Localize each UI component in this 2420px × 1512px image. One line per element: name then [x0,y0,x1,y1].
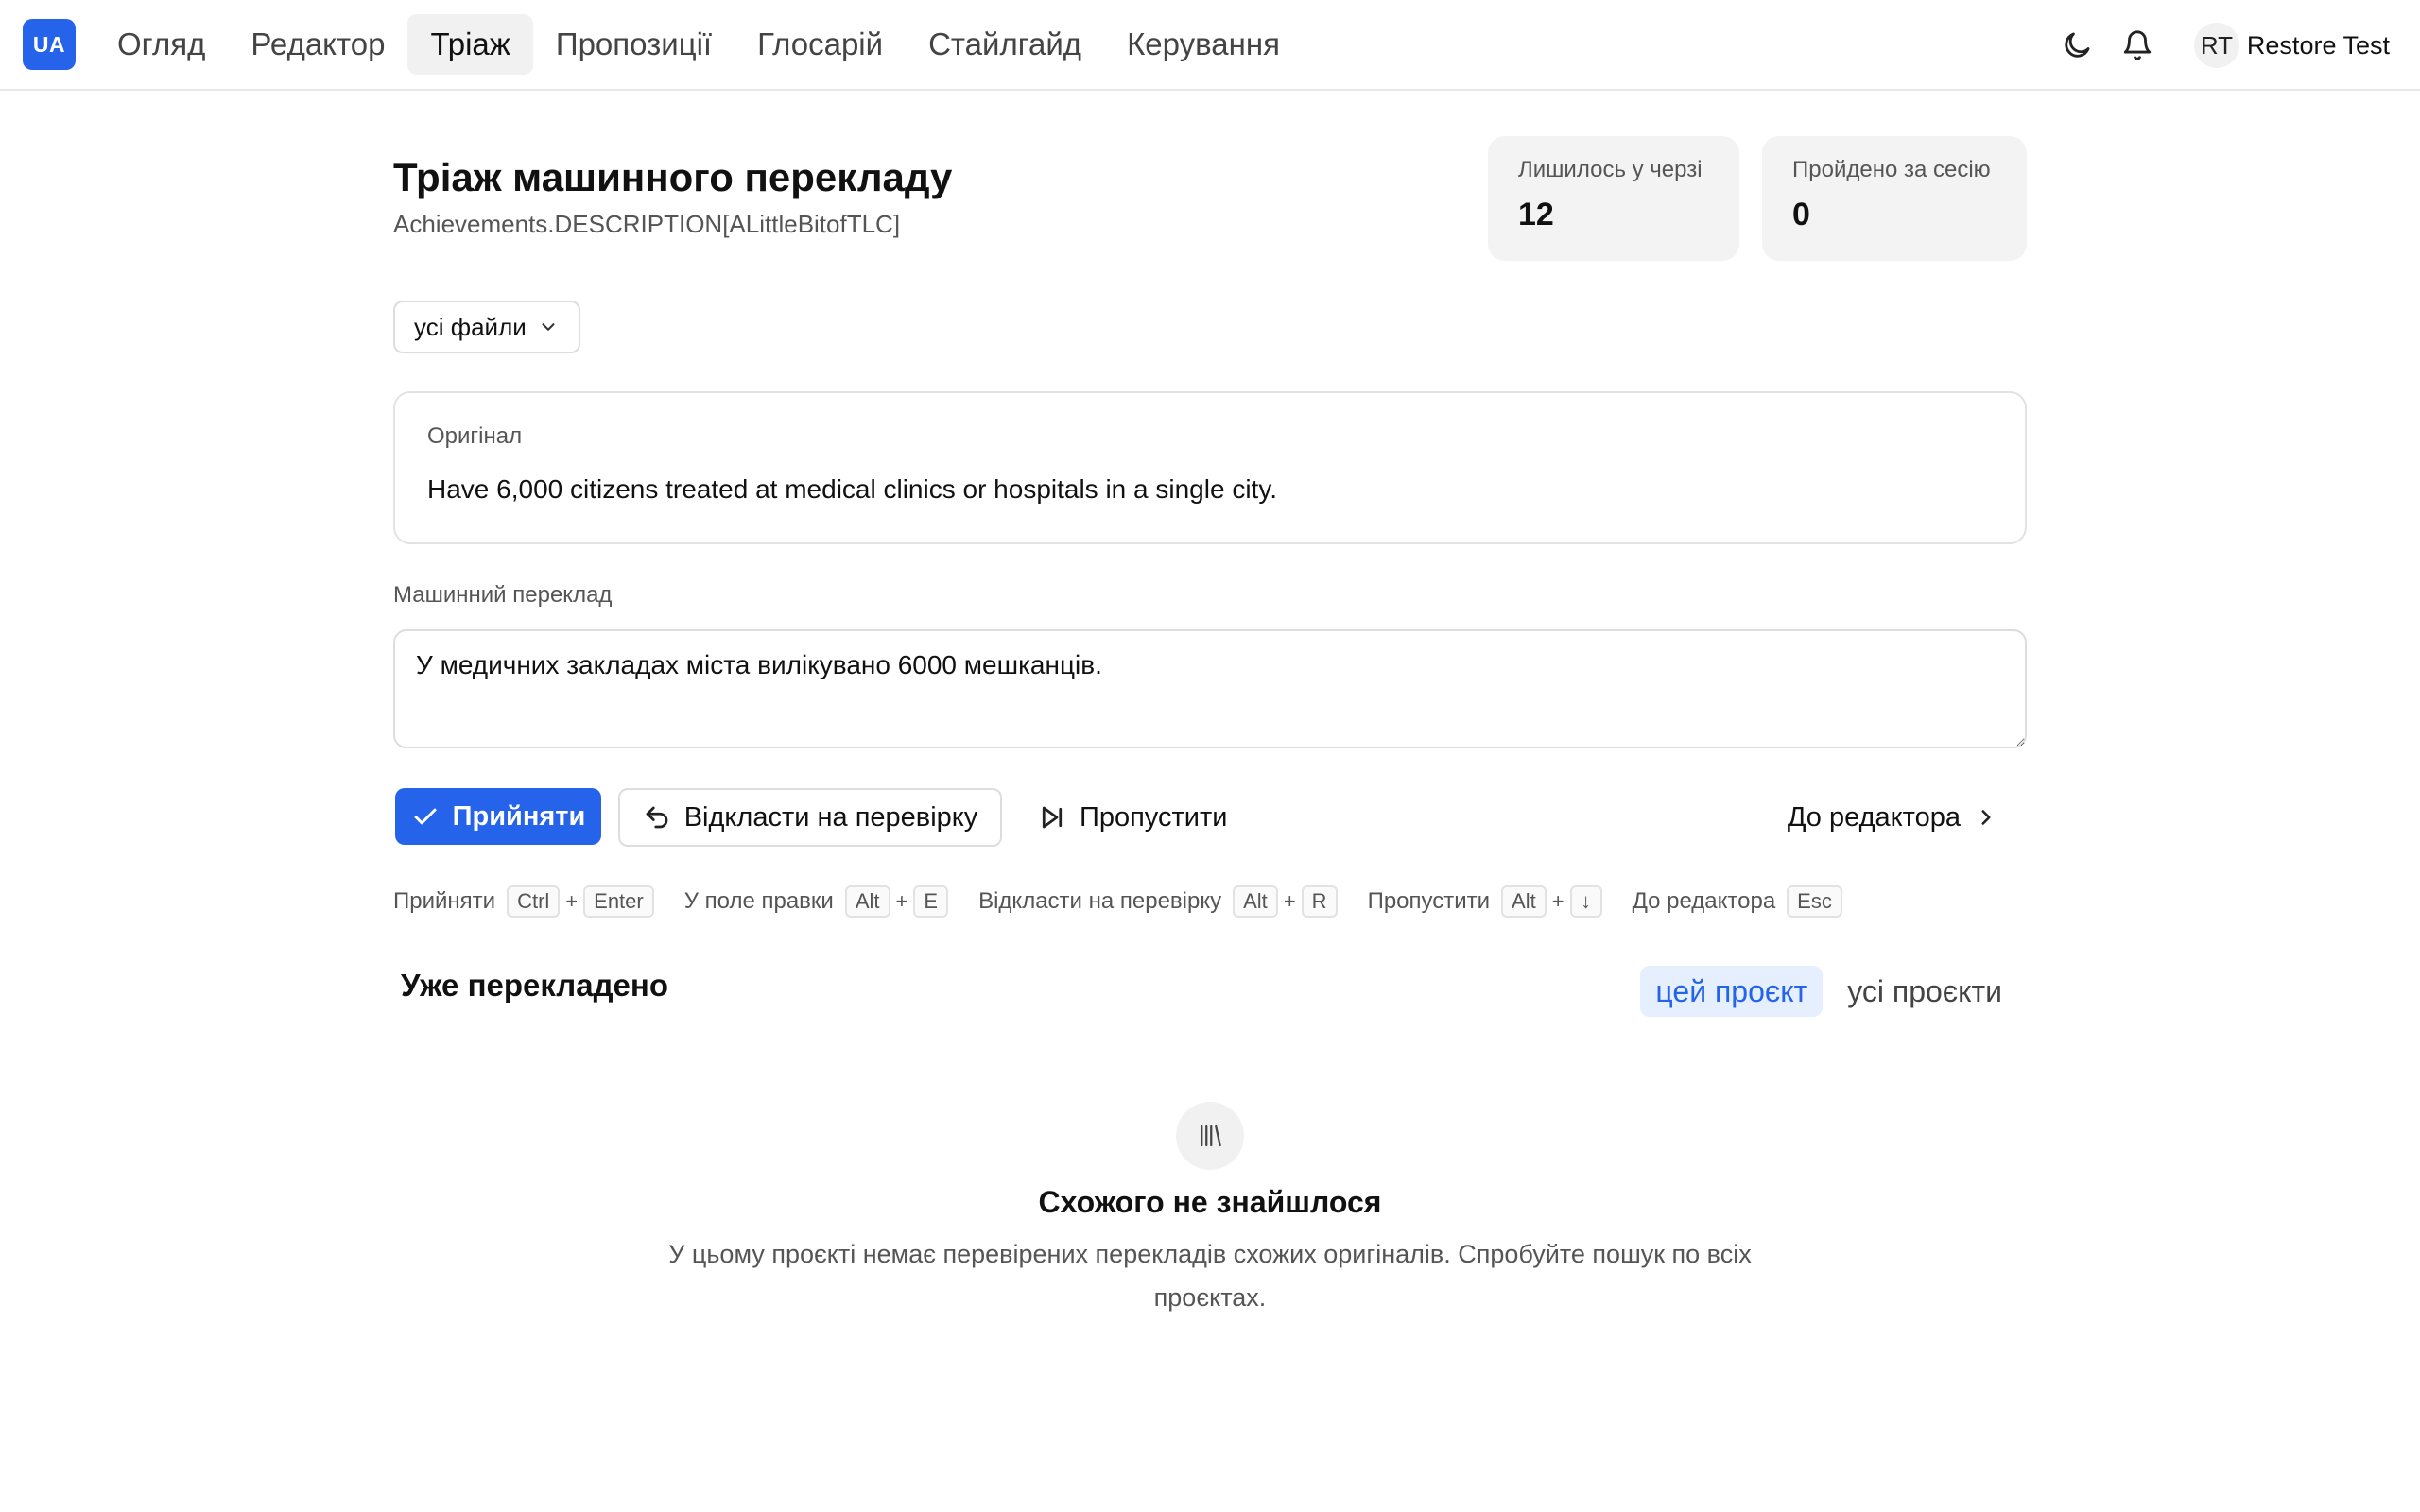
bell-icon [2123,30,2152,60]
kbd-key: Enter [583,885,654,918]
stat-label: Пройдено за сесію [1792,157,1991,182]
machine-translation-field[interactable]: У медичних закладах міста вилікувано 600… [393,629,2027,748]
page-title: Тріаж машинного перекладу [393,155,953,199]
nav-item-overview[interactable]: Огляд [95,14,228,75]
kbd-key: Alt [844,885,890,918]
user-menu[interactable]: RT Restore Test [2193,23,2390,68]
nav-item-triage[interactable]: Тріаж [407,14,533,75]
machine-translation-label: Машинний переклад [393,582,613,608]
notifications-button[interactable] [2109,17,2166,74]
skip-button[interactable]: Пропустити [1038,788,1227,847]
stat-queue-remaining: Лишилось у черзі 12 [1488,136,1739,261]
string-key-path: Achievements.DESCRIPTION[ALittleBitofTLC… [393,210,901,238]
nav-item-styleguide[interactable]: Стайлгайд [906,14,1104,75]
nav-item-management[interactable]: Керування [1104,14,1303,75]
tab-all-projects[interactable]: усі проєкти [1832,966,2017,1017]
chevron-down-icon [542,323,555,331]
tab-this-project[interactable]: цей проєкт [1640,966,1824,1017]
top-right-controls: RT Restore Test [2045,17,2390,74]
user-name: Restore Test [2246,30,2390,60]
skip-button-label: Пропустити [1080,801,1228,833]
stat-label: Лишилось у черзі [1518,157,1703,182]
shortcut-label: Пропустити [1367,888,1491,914]
kbd-key: R [1301,885,1338,918]
accept-button[interactable]: Прийняти [395,788,601,845]
accept-button-label: Прийняти [452,800,586,832]
source-text: Have 6,000 citizens treated at medical c… [427,474,1278,504]
shortcut-accept: Прийняти Ctrl + Enter [393,885,654,918]
shortcut-label: У поле правки [683,888,834,914]
shortcut-edit-field: У поле правки Alt + E [683,885,949,918]
kbd-key: Alt [1233,885,1278,918]
empty-state-title: Схожого не знайшлося [1038,1185,1382,1219]
stat-value: 0 [1792,197,1810,232]
defer-review-button[interactable]: Відкласти на перевірку [618,788,1002,847]
source-label: Оригінал [427,423,523,449]
shortcut-defer: Відкласти на перевірку Alt + R [978,885,1338,918]
shortcut-to-editor: До редактора Esc [1633,885,1842,918]
shortcut-label: До редактора [1632,888,1776,914]
stat-value: 12 [1518,197,1554,232]
main-nav: Огляд Редактор Тріаж Пропозиції Глосарій… [95,14,1303,75]
library-icon [1201,1125,1221,1147]
already-translated-heading: Уже перекладено [401,968,668,1003]
keyboard-shortcuts-hint: Прийняти Ctrl + Enter У поле правки Alt … [393,885,1873,919]
undo-icon [646,806,668,829]
nav-item-editor[interactable]: Редактор [228,14,407,75]
kbd-key: Alt [1501,885,1547,918]
nav-item-glossary[interactable]: Глосарій [735,14,906,75]
check-icon [414,808,437,825]
source-card: Оригінал Have 6,000 citizens treated at … [393,391,2027,544]
kbd-key: Esc [1787,885,1842,918]
file-filter-dropdown[interactable]: усі файли [393,301,580,353]
triage-actions: Прийняти Відкласти на перевірку Пропусти… [393,788,2027,847]
nav-item-suggestions[interactable]: Пропозиції [533,14,735,75]
empty-state-icon-wrap [1176,1102,1244,1170]
kbd-key: E [913,885,949,918]
shortcut-skip: Пропустити Alt + ↓ [1368,885,1602,918]
file-filter-value: усі файли [414,312,527,341]
chevron-right-icon [1981,810,1991,825]
scope-tabs: цей проєкт усі проєкти [1631,966,2017,1017]
defer-button-label: Відкласти на перевірку [683,801,978,833]
skip-forward-icon [1042,806,1063,829]
kbd-key: ↓ [1569,885,1602,918]
go-to-editor-button[interactable]: До редактора [1788,788,1998,847]
shortcut-label: Відкласти на перевірку [978,888,1222,914]
kbd-key: Ctrl [507,885,561,918]
moon-icon [2065,32,2090,58]
avatar: RT [2193,23,2239,68]
go-to-editor-label: До редактора [1787,801,1961,833]
app-logo[interactable]: UA [23,19,76,70]
theme-toggle-button[interactable] [2048,17,2105,74]
stat-session-done: Пройдено за сесію 0 [1762,136,2027,261]
empty-state-description: У цьому проєкті немає перевірених перекл… [668,1240,1752,1312]
top-navigation-bar: UA Огляд Редактор Тріаж Пропозиції Глоса… [0,0,2420,91]
shortcut-label: Прийняти [393,888,496,914]
